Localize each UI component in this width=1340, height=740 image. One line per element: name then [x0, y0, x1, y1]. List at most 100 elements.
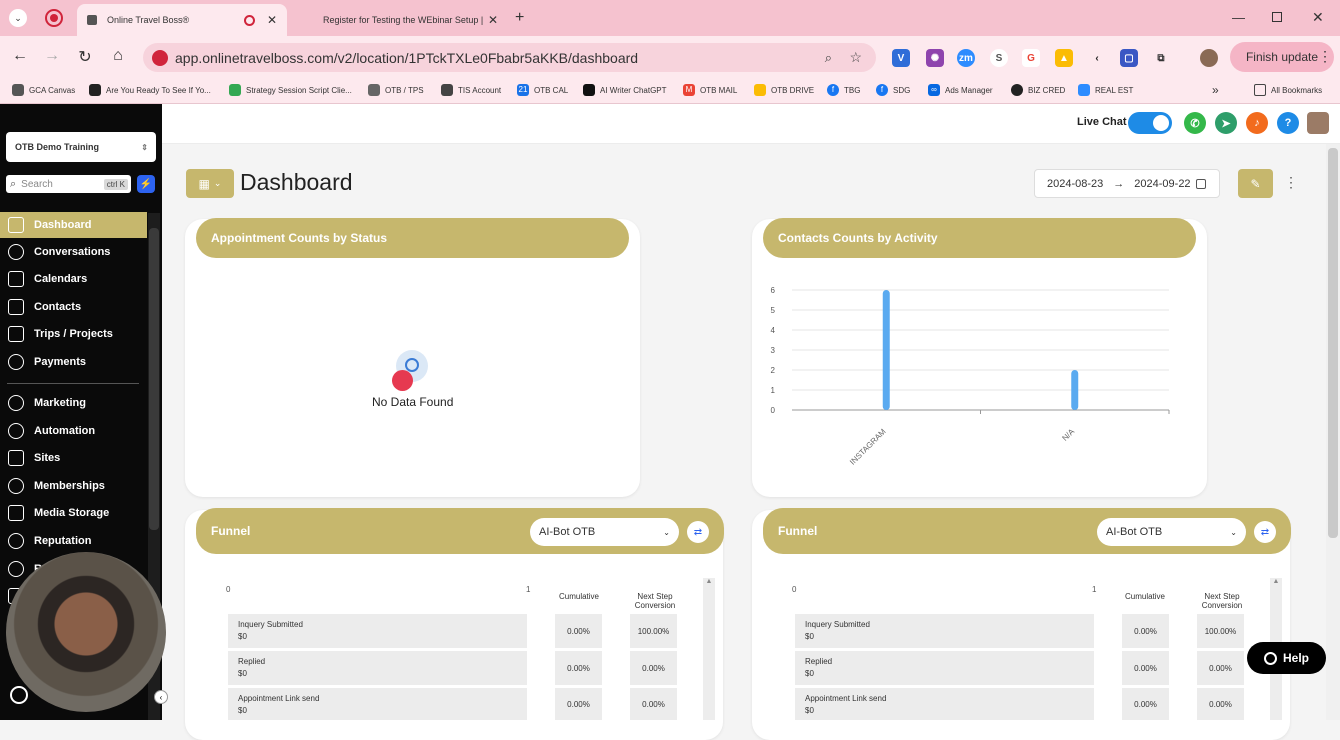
sidebar-item-marketing[interactable]: Marketing	[0, 390, 147, 416]
bookmark-star-icon[interactable]: ☆	[849, 49, 862, 66]
profile-avatar-icon[interactable]	[1200, 49, 1218, 67]
extension-icon[interactable]: ▢	[1120, 49, 1138, 67]
sidebar-item-media-storage[interactable]: Media Storage	[0, 500, 147, 526]
restore-icon[interactable]	[1272, 12, 1282, 22]
bookmark-item[interactable]: ∞ Ads Manager	[928, 84, 993, 96]
sidebar-item-dashboard[interactable]: Dashboard	[0, 212, 147, 238]
close-tab-icon[interactable]: ✕	[267, 13, 277, 27]
sites-icon	[8, 450, 24, 466]
axis-min: 0	[226, 585, 231, 594]
bookmark-item[interactable]: f SDG	[876, 84, 910, 96]
sidebar-item-payments[interactable]: Payments	[0, 349, 147, 375]
main-scroll-thumb[interactable]	[1328, 148, 1338, 538]
page-title: Dashboard	[240, 169, 353, 195]
phone-icon[interactable]: ✆	[1184, 112, 1206, 134]
sidebar-item-sites[interactable]: Sites	[0, 445, 147, 471]
funnel-row: Appointment Link send $0	[228, 688, 527, 720]
filter-settings-icon[interactable]: ⇄	[687, 521, 709, 543]
arrow-right-icon: →	[1113, 177, 1125, 190]
sidebar-scroll-thumb[interactable]	[149, 228, 159, 530]
sidebar-item-memberships[interactable]: Memberships	[0, 473, 147, 499]
more-bookmarks-icon[interactable]: »	[1212, 83, 1219, 97]
zoom-extension-icon[interactable]: zm	[957, 49, 975, 67]
collapse-sidebar-icon[interactable]: ‹	[154, 690, 168, 704]
scroll-up-icon[interactable]: ▲	[1270, 578, 1282, 585]
sidebar-item-conversations[interactable]: Conversations	[0, 239, 147, 265]
notification-bell-icon[interactable]: ♪	[1246, 112, 1268, 134]
more-options-icon[interactable]: ⋮	[1284, 174, 1298, 191]
drive-icon[interactable]: ▲	[1055, 49, 1073, 67]
row-name: Inquery Submitted	[805, 620, 870, 629]
date-to[interactable]: 2024-09-22	[1134, 178, 1194, 190]
bookmark-item[interactable]: Are You Ready To See If Yo...	[89, 84, 211, 96]
funnel-scrollbar[interactable]: ▲	[703, 578, 715, 720]
scroll-up-icon[interactable]: ▲	[703, 578, 715, 585]
sidebar-item-label: Marketing	[34, 397, 86, 409]
extension-icon[interactable]: V	[892, 49, 910, 67]
chevron-updown-icon: ⇕	[141, 142, 148, 152]
edit-dashboard-button[interactable]: ✎	[1238, 169, 1273, 198]
close-tab-icon[interactable]: ✕	[488, 13, 498, 27]
bookmark-item[interactable]: f TBG	[827, 84, 860, 96]
layout-switcher-button[interactable]: ▦ ⌄	[186, 169, 234, 198]
bookmark-item[interactable]: Strategy Session Script Clie...	[229, 84, 352, 96]
bookmark-item[interactable]: OTB DRIVE	[754, 84, 814, 96]
megaphone-icon[interactable]: ➤	[1215, 112, 1237, 134]
back-icon[interactable]: ←	[10, 47, 30, 65]
sidebar-item-automation[interactable]: Automation	[0, 418, 147, 444]
tab-register-webinar[interactable]: Register for Testing the WEbinar Setup |…	[313, 4, 508, 36]
payments-icon	[8, 354, 24, 370]
y-tick-label: 6	[771, 286, 776, 295]
bookmark-item[interactable]: M OTB MAIL	[683, 84, 737, 96]
help-button[interactable]: Help	[1247, 642, 1326, 674]
settings-icon[interactable]	[10, 686, 28, 704]
bookmark-item[interactable]: TIS Account	[441, 84, 501, 96]
funnel-select[interactable]: AI-Bot OTB ⌄	[1097, 518, 1246, 546]
quick-action-icon[interactable]: ⚡	[137, 175, 155, 193]
close-window-icon[interactable]: ✕	[1312, 9, 1324, 26]
sidebar-item-contacts[interactable]: Contacts	[0, 294, 147, 320]
user-avatar[interactable]	[1307, 112, 1329, 134]
extension-icon[interactable]: S	[990, 49, 1008, 67]
extensions-puzzle-icon[interactable]: ⧉	[1152, 49, 1170, 67]
google-icon[interactable]: G	[1022, 49, 1040, 67]
tab-search-icon[interactable]: ⌄	[9, 9, 27, 27]
sidebar-search[interactable]: ⌕ Search ctrl K	[6, 175, 131, 193]
bookmark-item[interactable]: BIZ CRED	[1011, 84, 1065, 96]
bookmark-item[interactable]: GCA Canvas	[12, 84, 75, 96]
y-tick-label: 3	[771, 346, 776, 355]
help-question-icon[interactable]: ?	[1277, 112, 1299, 134]
date-from[interactable]: 2024-08-23	[1047, 178, 1103, 190]
sidebar-item-reputation[interactable]: Reputation	[0, 528, 147, 554]
filter-settings-icon[interactable]: ⇄	[1254, 521, 1276, 543]
all-bookmarks[interactable]: All Bookmarks	[1254, 84, 1322, 96]
bookmark-item[interactable]: REAL EST	[1078, 84, 1133, 96]
funnel-select[interactable]: AI-Bot OTB ⌄	[530, 518, 679, 546]
card-title: Appointment Counts by Status	[211, 231, 387, 245]
site-info-icon[interactable]	[152, 49, 168, 66]
home-icon[interactable]: ⌂	[108, 47, 128, 65]
browser-menu-icon[interactable]: ⋮	[1318, 48, 1332, 65]
account-switcher[interactable]: OTB Demo Training ⇕	[6, 132, 156, 162]
zoom-icon[interactable]: ⌕	[825, 50, 832, 66]
forward-icon[interactable]: →	[42, 47, 62, 65]
extension-icon[interactable]: ‹	[1088, 49, 1106, 67]
bookmark-item[interactable]: AI Writer ChatGPT	[583, 84, 667, 96]
tab-online-travel-boss[interactable]: Online Travel Boss® ✕	[77, 4, 287, 36]
bar	[882, 290, 890, 410]
minimize-icon[interactable]: —	[1232, 10, 1245, 25]
address-bar[interactable]: app.onlinetravelboss.com/v2/location/1PT…	[143, 43, 876, 72]
new-tab-icon[interactable]: +	[515, 9, 524, 27]
bookmark-item[interactable]: 21 OTB CAL	[517, 84, 568, 96]
live-chat-toggle[interactable]	[1128, 112, 1172, 134]
bookmark-item[interactable]: OTB / TPS	[368, 84, 424, 96]
date-range-picker[interactable]: 2024-08-23 → 2024-09-22	[1034, 169, 1220, 198]
bookmark-icon	[368, 84, 380, 96]
sidebar-item-calendars[interactable]: Calendars	[0, 266, 147, 292]
extension-icon[interactable]: ✺	[926, 49, 944, 67]
search-input: Search	[21, 178, 53, 190]
y-tick-label: 1	[771, 386, 776, 395]
reload-icon[interactable]: ↻	[75, 47, 95, 67]
sidebar-item-trips-projects[interactable]: Trips / Projects	[0, 321, 147, 347]
y-tick-label: 4	[771, 326, 776, 335]
